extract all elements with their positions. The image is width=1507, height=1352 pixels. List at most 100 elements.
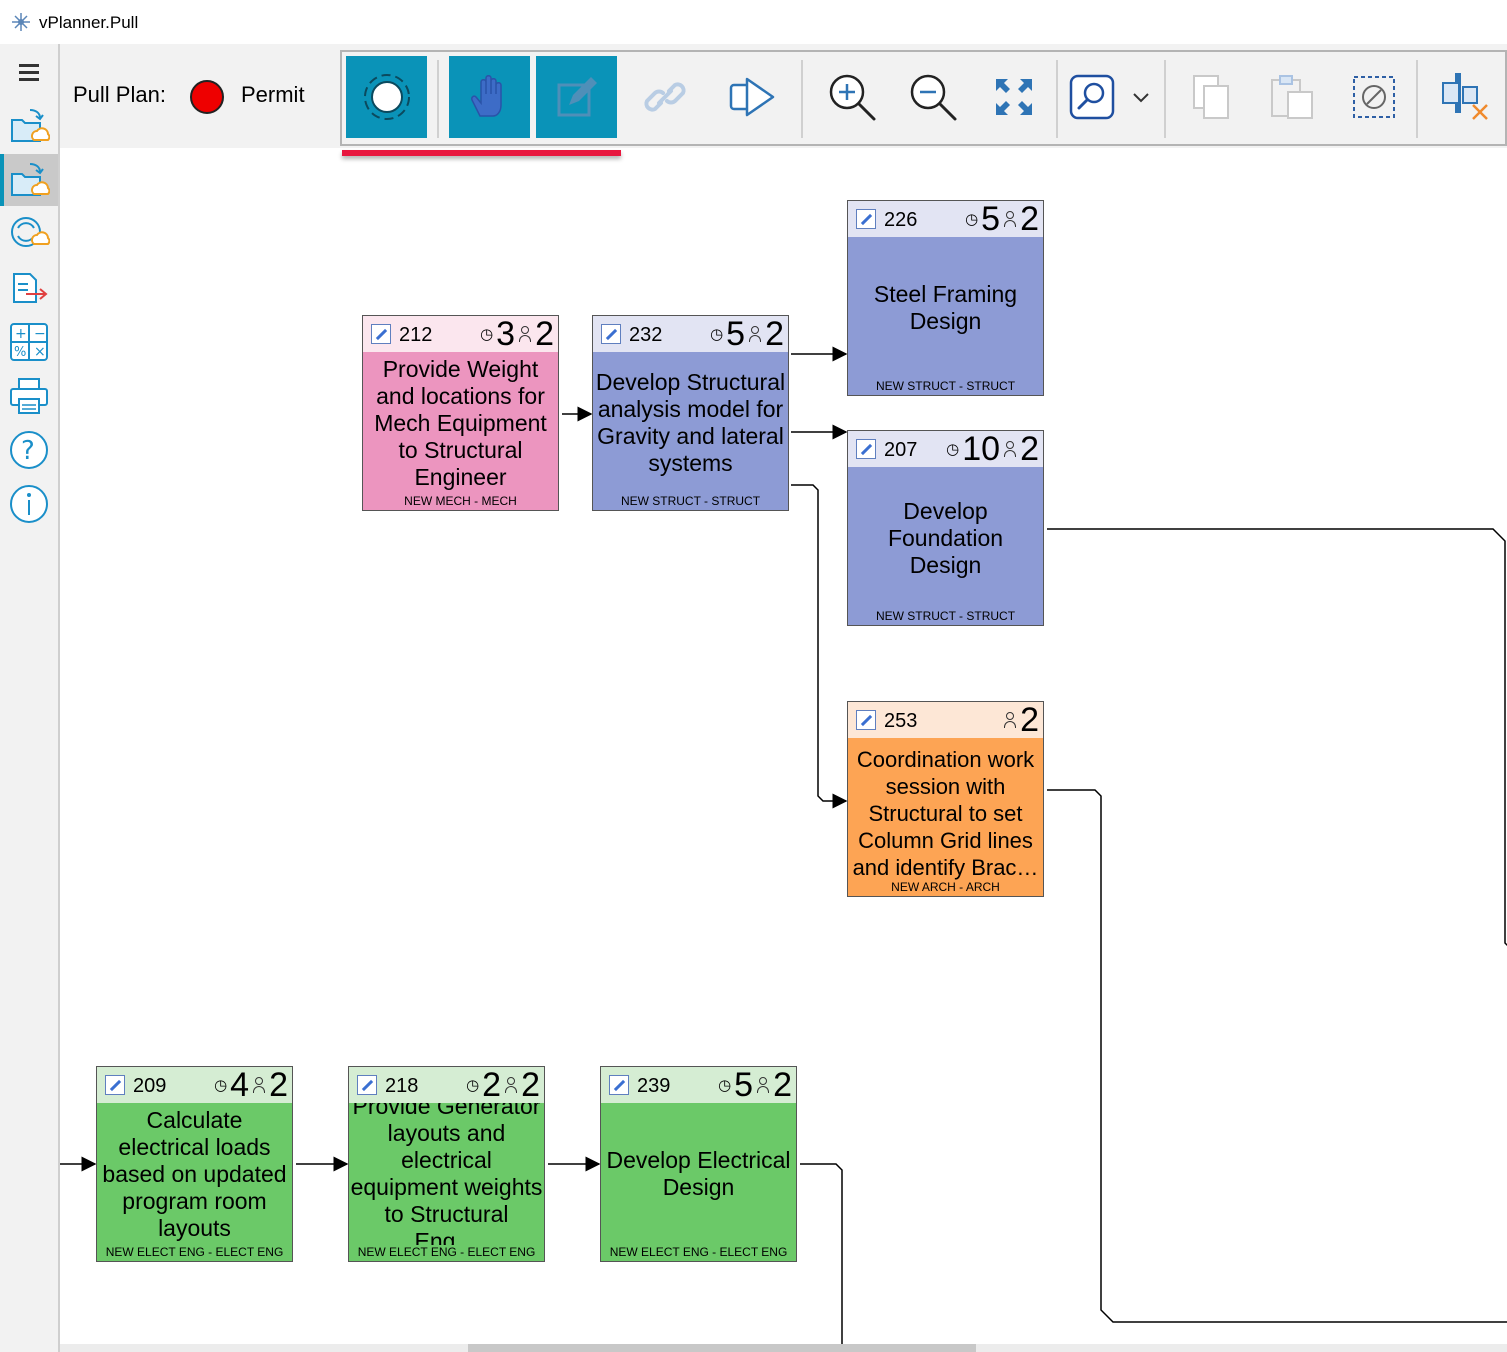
zoom-out-icon [910,74,956,121]
crew-value: 2 [535,315,554,353]
paste-button[interactable] [1252,56,1333,138]
person-icon [504,1077,518,1093]
remove-swimlane-button[interactable] [1424,56,1505,138]
task-title: Develop Structural analysis model for Gr… [595,369,786,476]
save-to-cloud-button[interactable] [0,154,58,206]
task-title: Calculate electrical loads based on upda… [102,1106,287,1241]
title-bar: vPlanner.Pull [0,0,1507,44]
svg-text:?: ? [21,436,35,466]
clock-icon: ◷ [946,440,960,458]
task-team: NEW ELECT ENG - ELECT ENG [105,1245,284,1259]
task-id: 212 [399,324,433,346]
sync-button[interactable] [0,208,58,260]
select-circle-icon [363,74,410,120]
copy-icon [1192,75,1229,119]
edit-card-icon[interactable] [856,209,876,229]
crew-value: 2 [521,1066,540,1104]
task-id: 239 [637,1075,671,1097]
pull-plan-label: Pull Plan: [73,82,166,107]
select-tool-button[interactable] [346,56,427,138]
crew-value: 2 [269,1066,288,1104]
hand-icon [470,75,502,117]
info-icon [10,485,48,523]
open-from-cloud-button[interactable] [0,100,58,152]
task-title: Steel Framing Design [873,281,1018,334]
task-card[interactable]: 239 ◷ 5 2 Develop Electrical Design NEW EL… [600,1066,797,1262]
edit-card-icon[interactable] [856,710,876,730]
duration-value: 10 [962,430,1001,468]
task-card[interactable]: 232 ◷ 5 2 Develop Structural analysis mode… [592,315,789,511]
crew-value: 2 [773,1066,792,1104]
zoom-in-button[interactable] [811,56,892,138]
edit-card-icon[interactable] [357,1075,377,1095]
svg-text:+: + [15,326,27,342]
task-id: 226 [884,209,918,231]
person-icon [756,1077,770,1093]
svg-text:%: % [14,345,26,360]
calculator-icon: + − % × [10,323,48,361]
pan-tool-button[interactable] [449,56,530,138]
left-sidebar: + − % × ? [0,44,60,1352]
link-tool-button[interactable] [624,56,705,138]
sync-icon [11,217,50,247]
export-button[interactable] [0,262,58,314]
fit-to-screen-button[interactable] [973,56,1054,138]
expand-arrows-icon [995,79,1032,115]
toolbar-separator [437,60,439,138]
task-title: Develop Electrical Design [606,1147,791,1200]
task-card[interactable]: 218 ◷ 2 2 Provide Generator layouts and el… [348,1066,545,1262]
task-title: Develop Foundation Design [887,497,1004,578]
clear-selection-button[interactable] [1333,56,1414,138]
clock-icon: ◷ [965,210,979,228]
task-card[interactable]: 226 ◷ 5 2 Steel Framing Design NEW STRUCT … [847,200,1044,396]
duration-value: 5 [726,315,746,353]
edit-card-icon[interactable] [856,439,876,459]
person-icon [1003,712,1017,728]
duration-value: 4 [230,1066,250,1104]
search-button[interactable] [1062,56,1122,138]
edit-card-icon[interactable] [601,324,621,344]
paste-icon [1270,75,1313,119]
crew-value: 2 [1020,430,1039,468]
help-button[interactable]: ? [0,424,58,476]
zoom-in-icon [829,74,875,121]
task-id: 232 [629,324,663,346]
presentation-tool-button[interactable] [712,56,793,138]
print-button[interactable] [0,370,58,422]
task-title: Provide Generator layouts and electrical… [350,1103,543,1245]
chain-link-icon [643,82,686,112]
edit-card-icon[interactable] [371,324,391,344]
edit-tool-button[interactable] [536,56,617,138]
task-id: 207 [884,439,918,461]
task-card[interactable]: 212 ◷ 3 2 Provide Weight and locations for… [362,315,559,511]
duration-value: 5 [981,200,1001,238]
chevron-down-icon [1133,93,1149,103]
export-icon [13,273,48,303]
task-team: NEW ELECT ENG - ELECT ENG [609,1245,788,1259]
task-card[interactable]: 207 ◷ 10 2 Develop Foundation Design NEW S… [847,430,1044,626]
clock-icon: ◷ [214,1076,228,1094]
copy-button[interactable] [1172,56,1253,138]
clock-icon: ◷ [480,325,494,343]
edit-icon [557,77,597,117]
edit-card-icon[interactable] [105,1075,125,1095]
info-button[interactable] [0,478,58,530]
no-selection-icon [1352,76,1395,118]
edit-card-icon[interactable] [609,1075,629,1095]
horizontal-scrollbar[interactable] [60,1344,1507,1352]
toolbar-separator [1416,60,1418,138]
toolbar-separator [1056,60,1058,138]
task-card[interactable]: 209 ◷ 4 2 Calculate electrical loads based… [96,1066,293,1262]
clock-icon: ◷ [466,1076,480,1094]
plan-name: Permit [241,82,305,107]
task-card[interactable]: 253 2 Coordination work session with Str… [847,701,1044,897]
task-team: NEW ELECT ENG - ELECT ENG [357,1245,536,1259]
menu-button[interactable] [0,46,58,98]
play-arrow-icon [729,77,774,117]
search-options-dropdown[interactable] [1122,56,1160,138]
zoom-out-button[interactable] [892,56,973,138]
calculator-button[interactable]: + − % × [0,316,58,368]
scrollbar-thumb[interactable] [468,1344,976,1352]
person-icon [1003,441,1017,457]
task-id: 209 [133,1075,167,1097]
